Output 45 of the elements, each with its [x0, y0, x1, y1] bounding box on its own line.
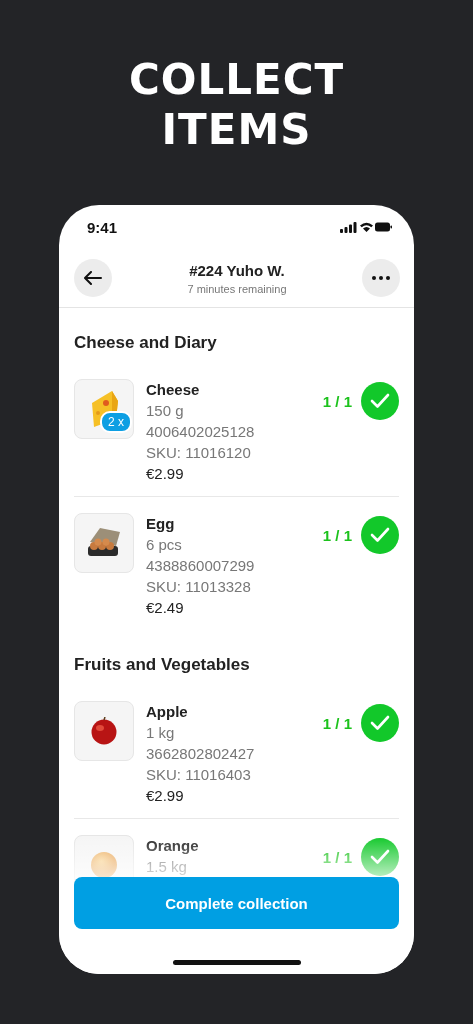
back-arrow-icon — [84, 271, 102, 285]
citrus-fruit-icon — [90, 851, 118, 879]
more-button[interactable] — [362, 259, 400, 297]
headline: ITEMS — [161, 106, 312, 154]
product-price: €2.49 — [146, 598, 185, 618]
check-icon — [370, 849, 390, 865]
back-button[interactable] — [74, 259, 112, 297]
status-icons — [340, 221, 392, 233]
product-barcode: 4006402025128 — [146, 422, 256, 442]
product-name: Orange — [146, 836, 200, 856]
more-icon — [372, 276, 390, 280]
section-title: Fruits and Vegetables — [74, 655, 251, 675]
complete-collection-button[interactable]: Complete collection — [74, 877, 399, 929]
collected-checkbox[interactable] — [361, 516, 399, 554]
status-time: 9:41 — [87, 218, 118, 236]
collected-count: 1 / 1 — [322, 392, 352, 410]
quantity-badge: 2 x — [100, 411, 132, 433]
product-barcode: 3662802802427 — [146, 744, 256, 764]
check-icon — [370, 393, 390, 409]
product-weight: 1.5 kg — [146, 857, 188, 877]
time-remaining: 7 minutes remaining — [187, 282, 287, 295]
product-sku: SKU: 11013328 — [146, 577, 252, 597]
product-name: Apple — [146, 702, 189, 722]
headline: COLLECT — [128, 56, 345, 104]
product-sku: SKU: 11016120 — [146, 443, 252, 463]
check-icon — [370, 527, 390, 543]
collected-count: 1 / 1 — [322, 714, 352, 732]
product-name: Egg — [146, 514, 176, 534]
collected-checkbox[interactable] — [361, 704, 399, 742]
section-title: Cheese and Diary — [74, 333, 218, 353]
product-price: €2.99 — [146, 786, 185, 806]
product-weight: 1 kg — [146, 723, 176, 743]
product-name: Cheese — [146, 380, 201, 400]
check-icon — [370, 715, 390, 731]
collected-count: 1 / 1 — [322, 526, 352, 544]
product-sku: SKU: 11016403 — [146, 765, 252, 785]
order-title: #224 Yuho W. — [189, 261, 285, 279]
collected-checkbox[interactable] — [361, 382, 399, 420]
collected-count: 1 / 1 — [322, 848, 352, 866]
collected-checkbox[interactable] — [361, 838, 399, 876]
product-weight: 6 pcs — [146, 535, 183, 555]
apple-icon — [90, 717, 118, 745]
product-weight: 150 g — [146, 401, 185, 421]
product-price: €2.99 — [146, 464, 185, 484]
product-barcode: 4388860007299 — [146, 556, 256, 576]
